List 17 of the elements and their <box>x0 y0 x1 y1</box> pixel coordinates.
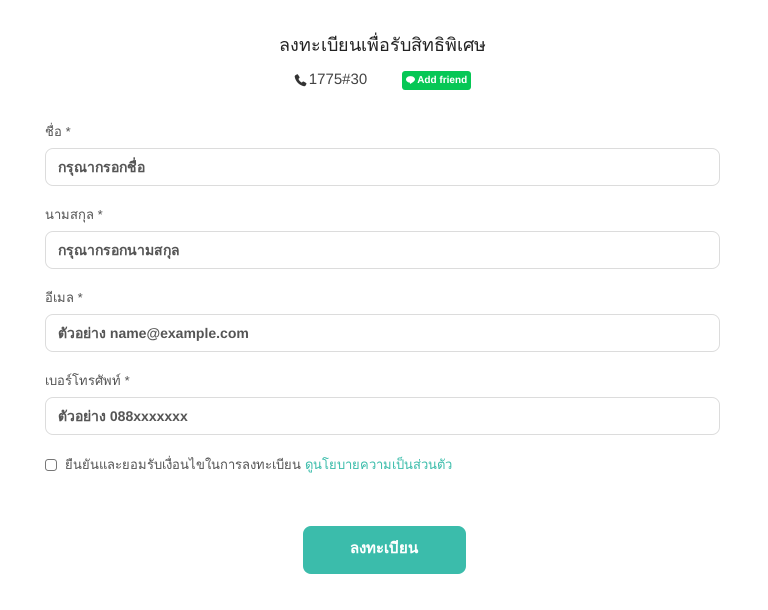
input-field[interactable]: ตัวอย่าง 088xxxxxxx <box>45 397 720 435</box>
privacy-policy-link[interactable]: ดูนโยบายความเป็นส่วนตัว <box>305 455 452 474</box>
add-friend-button[interactable]: Add friend <box>402 70 472 90</box>
register-button[interactable]: ลงทะเบียน <box>302 526 466 574</box>
input-field[interactable]: กรุณากรอกชื่อ <box>45 148 720 186</box>
consent-text: ยืนยันและยอมรับเงื่อนไขในการลงทะเบียน <box>65 455 301 474</box>
chat-bubble-icon <box>406 76 416 84</box>
phone-icon <box>294 74 307 86</box>
phone-number: 1775#30 <box>308 70 368 90</box>
consent-checkbox[interactable] <box>45 458 57 471</box>
field-label: อีเมล * <box>45 289 84 307</box>
input-field[interactable]: ตัวอย่าง name@example.com <box>45 314 720 352</box>
field-label: เบอร์โทรศัพท์ * <box>45 372 131 390</box>
field-label: นามสกุล * <box>45 206 104 224</box>
field-label: ชื่อ * <box>45 123 72 141</box>
input-field[interactable]: กรุณากรอกนามสกุล <box>45 231 720 269</box>
page-title: ลงทะเบียนเพื่อรับสิทธิพิเศษ <box>45 33 720 57</box>
